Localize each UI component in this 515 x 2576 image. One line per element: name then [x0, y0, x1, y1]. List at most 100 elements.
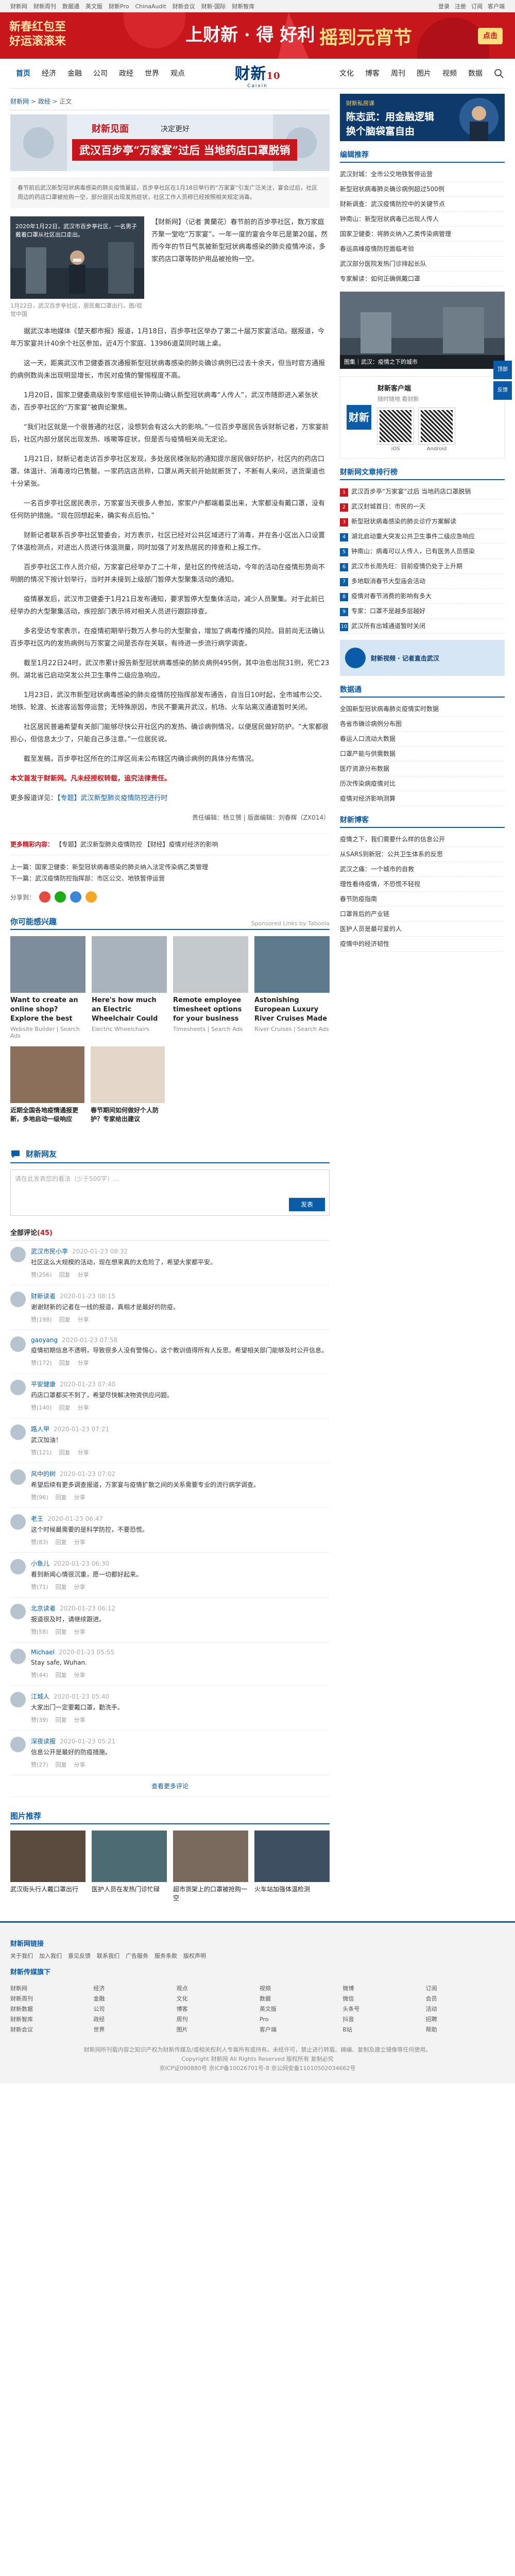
- prev-article-link[interactable]: 上一篇：国家卫健委：新型冠状病毒感染的肺炎纳入法定传染病乙类管理: [10, 861, 330, 873]
- recommend-card[interactable]: Want to create an online shop? Explore t…: [10, 936, 85, 1039]
- footer-column-link[interactable]: 微信: [342, 1994, 421, 2004]
- comment-author[interactable]: Michael: [31, 1649, 55, 1656]
- comment-reply-button[interactable]: 回复: [59, 1316, 71, 1323]
- footer-link[interactable]: 加入我们: [39, 1953, 62, 1959]
- recommend-card-image[interactable]: [91, 1046, 165, 1103]
- sidebar-list-item[interactable]: 春运高峰疫情防控面临考验: [340, 242, 505, 257]
- avatar[interactable]: [10, 1692, 26, 1707]
- comment-reply-button[interactable]: 回复: [56, 1584, 67, 1590]
- sidebar-list-text[interactable]: 专家：口罩不是越多层越好: [351, 607, 425, 615]
- footer-column-link[interactable]: 头条号: [342, 2004, 421, 2014]
- feedback-button[interactable]: 反馈: [493, 381, 512, 400]
- sidebar-list-text[interactable]: 春运高峰疫情防控面临考验: [340, 245, 414, 252]
- footer-column-link[interactable]: 文化: [177, 1994, 255, 2004]
- footer-column-link[interactable]: 政经: [93, 2014, 172, 2025]
- sidebar-list-text[interactable]: 新型冠状病毒肺炎确诊病例超过500例: [340, 185, 444, 193]
- sidebar-list-text[interactable]: 国家卫健委：将肺炎纳入乙类传染病管理: [340, 230, 451, 238]
- top-right-link[interactable]: 客户端: [488, 3, 505, 10]
- top-right-link[interactable]: 订阅: [471, 3, 483, 10]
- nav-item[interactable]: 视频: [437, 69, 462, 79]
- comment-share-button[interactable]: 分享: [78, 1360, 89, 1366]
- sidebar-list-item[interactable]: 理性看待疫情，不恐慌不轻视: [340, 877, 505, 892]
- sidebar-list-text[interactable]: 医护人员是最可爱的人: [340, 925, 402, 933]
- sidebar-list-text[interactable]: 武汉市长周先旺：目前疫情仍处于上升期: [351, 563, 462, 570]
- recommend-card-image[interactable]: [10, 936, 85, 993]
- photo-card-title[interactable]: 医护人员在发热门诊忙碌: [92, 1885, 167, 1894]
- sidebar-list-text[interactable]: 新型冠状病毒感染的肺炎诊疗方案解读: [351, 518, 456, 525]
- footer-column-link[interactable]: 会员: [426, 1994, 505, 2004]
- footer-column-link[interactable]: 财新会议: [10, 2025, 89, 2035]
- top-link[interactable]: ChinaAudit: [135, 3, 166, 10]
- sidebar-list-text[interactable]: 医疗资源分布数据: [340, 765, 389, 772]
- top-link[interactable]: 财新·国际: [201, 3, 226, 10]
- avatar[interactable]: [10, 1737, 26, 1752]
- comment-like-button[interactable]: 赞(58): [31, 1629, 48, 1635]
- footer-column-link[interactable]: 公司: [93, 2004, 172, 2014]
- footer-column-link[interactable]: 微博: [342, 1984, 421, 1994]
- comment-like-button[interactable]: 赞(96): [31, 1494, 48, 1501]
- footer-column-link[interactable]: 博客: [177, 2004, 255, 2014]
- recommend-card-title[interactable]: Remote employee timesheet options for yo…: [173, 996, 248, 1024]
- sidebar-list-text[interactable]: 春节防疫指南: [340, 895, 377, 903]
- sidebar-list-item[interactable]: 春运人口流动大数据: [340, 732, 505, 747]
- nav-item[interactable]: 政经: [113, 69, 139, 79]
- photo-card-image[interactable]: [10, 1831, 85, 1882]
- comment-reply-button[interactable]: 回复: [59, 1360, 71, 1366]
- comment-share-button[interactable]: 分享: [78, 1449, 89, 1456]
- comment-author[interactable]: gaoyang: [31, 1336, 58, 1344]
- sidebar-list-item[interactable]: 各省市确诊病例分布图: [340, 717, 505, 732]
- sidebar-list-text[interactable]: 专家解读：如何正确佩戴口罩: [340, 275, 420, 282]
- sidebar-ad[interactable]: 财新私房课 陈志武：用金融逻辑 换个脑袋富自由: [340, 94, 505, 141]
- sidebar-list-item[interactable]: 钟南山：新型冠状病毒已出现人传人: [340, 212, 505, 227]
- sidebar-list-item[interactable]: 武汉部分医院发热门诊排起长队: [340, 257, 505, 272]
- sidebar-list-item[interactable]: 口罩背后的产业链: [340, 907, 505, 922]
- sidebar-list-item[interactable]: 2 武汉封城首日：市民的一天: [340, 499, 505, 514]
- top-right-link[interactable]: 登录: [438, 3, 450, 10]
- avatar[interactable]: [10, 1425, 26, 1440]
- photo-card-image[interactable]: [92, 1831, 167, 1882]
- nav-item[interactable]: 数据: [462, 69, 488, 79]
- comment-share-button[interactable]: 分享: [78, 1404, 89, 1411]
- sidebar-list-item[interactable]: 医护人员是最可爱的人: [340, 922, 505, 937]
- footer-link[interactable]: 联系我们: [97, 1953, 119, 1959]
- sidebar-list-item[interactable]: 8 疫情对春节消费的影响有多大: [340, 589, 505, 604]
- comment-like-button[interactable]: 赞(39): [31, 1717, 48, 1723]
- avatar[interactable]: [10, 1247, 26, 1262]
- sidebar-list-item[interactable]: 医疗资源分布数据: [340, 761, 505, 776]
- comment-like-button[interactable]: 赞(44): [31, 1672, 48, 1679]
- sidebar-list-item[interactable]: 春节防疫指南: [340, 892, 505, 907]
- comment-reply-button[interactable]: 回复: [56, 1761, 67, 1768]
- photo-card[interactable]: 武汉街头行人戴口罩出行: [10, 1831, 85, 1903]
- sidebar-list-item[interactable]: 历次传染病疫情对比: [340, 776, 505, 791]
- photo-card[interactable]: 火车站加强体温检测: [254, 1831, 330, 1903]
- sidebar-list-text[interactable]: 钟南山：病毒可以人传人，已有医务人员感染: [351, 548, 475, 555]
- footer-column-link[interactable]: 活动: [426, 2004, 505, 2014]
- comment-share-button[interactable]: 分享: [74, 1717, 85, 1723]
- comment-share-button[interactable]: 分享: [74, 1761, 85, 1768]
- site-logo[interactable]: 财新10 Caixin: [227, 61, 288, 89]
- comment-like-button[interactable]: 赞(198): [31, 1316, 52, 1323]
- qr-code-icon[interactable]: [377, 408, 414, 445]
- avatar[interactable]: [10, 1649, 26, 1664]
- footer-column-link[interactable]: 财新智库: [10, 2014, 89, 2025]
- avatar[interactable]: [10, 1604, 26, 1619]
- photo-card-title[interactable]: 超市货架上的口罩被抢购一空: [173, 1885, 248, 1903]
- qr-code-icon[interactable]: [418, 408, 455, 445]
- recommend-card-title[interactable]: Astonishing European Luxury River Cruise…: [254, 996, 330, 1024]
- sidebar-list-item[interactable]: 国家卫健委：将肺炎纳入乙类传染病管理: [340, 227, 505, 242]
- sidebar-list-text[interactable]: 武汉封城：全市公交地铁暂停运营: [340, 171, 433, 178]
- recommend-card-image[interactable]: [10, 1046, 84, 1103]
- article-photo[interactable]: 2020年1月22日，武汉市百步亭社区，一名男子戴着口罩从社区出口走出。: [10, 216, 144, 299]
- comment-share-button[interactable]: 分享: [78, 1316, 89, 1323]
- comment-reply-button[interactable]: 回复: [59, 1449, 71, 1456]
- sidebar-list-text[interactable]: 疫情对经济影响测算: [340, 795, 396, 802]
- sidebar-list-text[interactable]: 春运人口流动大数据: [340, 735, 396, 742]
- sidebar-list-item[interactable]: 1 武汉百步亭“万家宴”过后 当地药店口罩脱销: [340, 484, 505, 499]
- comment-input[interactable]: 请在此发表您的看法（少于500字）... 发表: [10, 1170, 330, 1216]
- footer-link[interactable]: 意见反馈: [68, 1953, 91, 1959]
- footer-column-link[interactable]: 英文版: [260, 2004, 338, 2014]
- sidebar-list-text[interactable]: 武汉部分医院发热门诊排起长队: [340, 260, 426, 267]
- footer-column-link[interactable]: 观点: [177, 1984, 255, 1994]
- recommend-card[interactable]: Remote employee timesheet options for yo…: [173, 936, 248, 1039]
- avatar[interactable]: [10, 1380, 26, 1395]
